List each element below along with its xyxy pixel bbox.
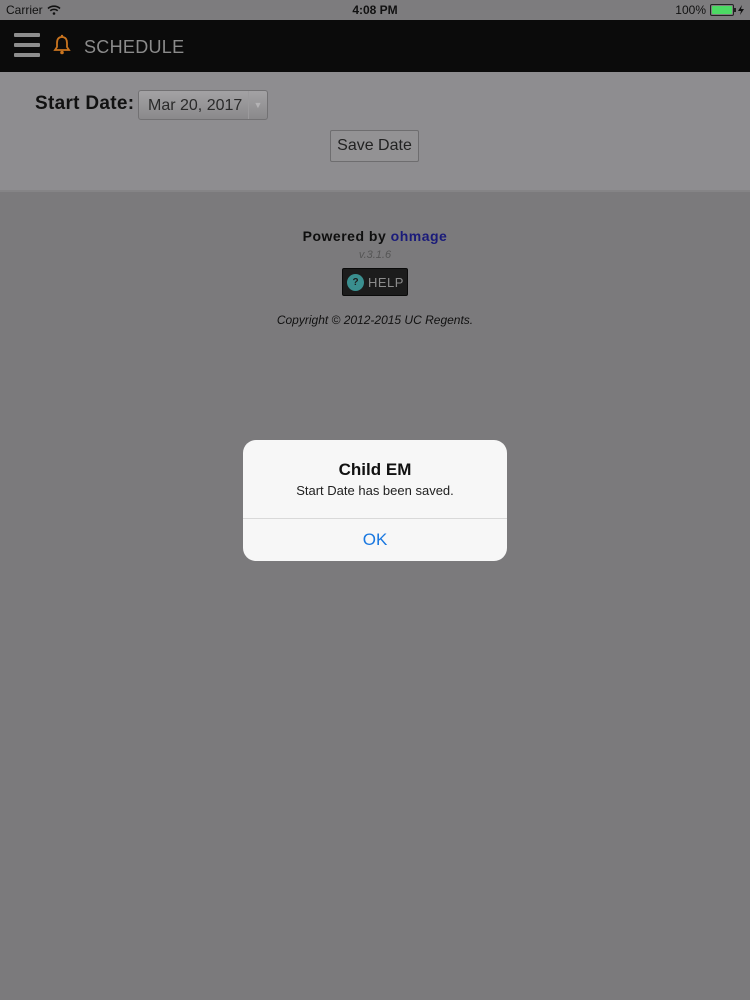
date-panel: Start Date: Mar 20, 2017 ▼ Save Date <box>0 72 750 190</box>
powered-by-label: Powered by <box>302 228 387 244</box>
help-button[interactable]: ? HELP <box>342 268 408 296</box>
start-date-value: Mar 20, 2017 <box>148 97 243 114</box>
help-label: HELP <box>368 274 404 290</box>
alert-title: Child EM <box>338 460 412 479</box>
question-icon: ? <box>347 273 364 291</box>
chevron-down-icon: ▼ <box>248 91 267 119</box>
panel-divider <box>0 190 750 192</box>
bell-icon <box>53 34 71 55</box>
status-bar: Carrier 4:08 PM 100% <box>0 0 750 20</box>
alert-dialog: Child EM Start Date has been saved. OK <box>243 440 507 561</box>
copyright-text: Copyright © 2012-2015 UC Regents. <box>276 313 474 327</box>
app-header: SCHEDULE <box>0 20 750 72</box>
start-date-select[interactable]: Mar 20, 2017 ▼ <box>138 90 268 120</box>
page-title: SCHEDULE <box>84 37 185 57</box>
powered-by: Powered by ohmage <box>0 228 750 244</box>
battery-group: 100% <box>675 3 744 17</box>
start-date-label: Start Date: <box>35 93 135 114</box>
battery-icon <box>710 4 736 16</box>
hamburger-menu-icon[interactable] <box>14 33 40 57</box>
alert-ok-button[interactable]: OK <box>243 519 507 561</box>
battery-percent: 100% <box>675 3 706 17</box>
version-label: v.3.1.6 <box>358 249 392 261</box>
save-date-button[interactable]: Save Date <box>330 130 419 162</box>
charging-bolt-icon <box>738 5 744 15</box>
brand-link[interactable]: ohmage <box>391 228 448 244</box>
clock: 4:08 PM <box>352 3 398 17</box>
alert-message: Start Date has been saved. <box>296 483 454 498</box>
